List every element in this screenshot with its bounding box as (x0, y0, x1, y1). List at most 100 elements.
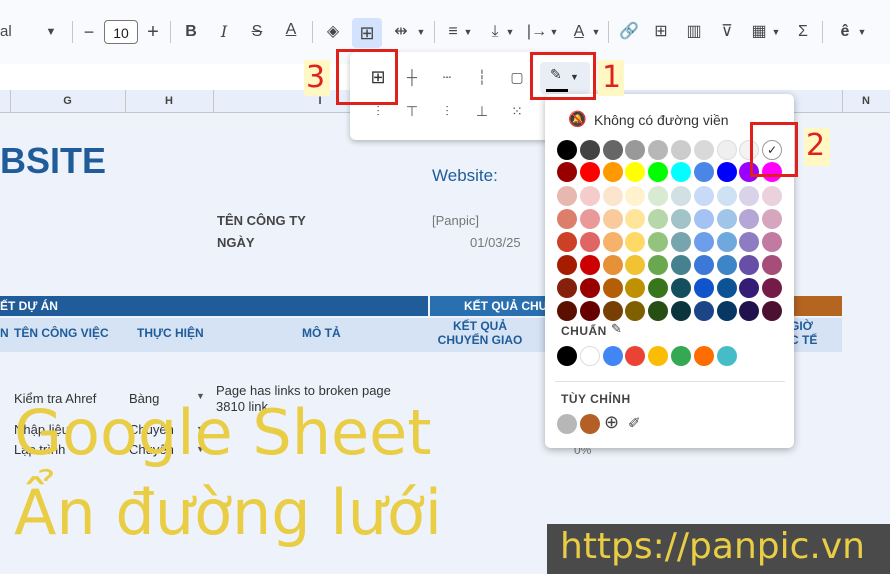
color-swatch[interactable] (602, 255, 623, 275)
color-swatch[interactable] (625, 278, 646, 298)
color-swatch[interactable] (557, 278, 577, 298)
chart-icon[interactable]: ▥ (683, 20, 705, 44)
color-swatch[interactable] (648, 209, 669, 229)
dropdown-icon[interactable]: ▼ (504, 20, 516, 44)
strikethrough-icon[interactable]: S (246, 20, 268, 44)
edit-pencil-icon[interactable]: ✎ (611, 321, 622, 337)
color-swatch[interactable] (693, 232, 714, 252)
borders-icon[interactable]: ⊞ (356, 21, 378, 45)
color-swatch[interactable] (693, 186, 714, 206)
filter-icon[interactable]: ⊽ (716, 20, 738, 44)
color-swatch[interactable] (579, 278, 600, 298)
color-swatch[interactable] (739, 255, 760, 275)
bottom-border-icon[interactable]: ⊥ (471, 100, 493, 122)
fill-color-icon[interactable]: ◈ (322, 20, 344, 44)
color-swatch[interactable] (602, 162, 623, 182)
add-color-icon[interactable]: ⊕ (604, 412, 619, 433)
color-swatch[interactable] (671, 162, 691, 182)
color-swatch[interactable] (579, 209, 600, 229)
color-swatch[interactable] (602, 140, 623, 160)
font-name[interactable]: al (0, 23, 12, 40)
color-swatch[interactable] (716, 278, 737, 298)
inner-borders-icon[interactable]: ┼ (401, 66, 423, 88)
color-swatch[interactable] (671, 209, 691, 229)
color-swatch[interactable] (648, 140, 669, 160)
color-swatch[interactable] (557, 186, 577, 206)
italic-icon[interactable]: I (213, 20, 235, 44)
color-swatch[interactable] (671, 186, 691, 206)
color-swatch[interactable] (579, 140, 600, 160)
outer-borders-icon[interactable]: ▢ (506, 66, 528, 88)
color-swatch[interactable] (739, 186, 760, 206)
link-icon[interactable]: 🔗 (618, 20, 640, 44)
color-swatch[interactable] (579, 186, 600, 206)
color-swatch[interactable] (762, 232, 783, 252)
color-swatch[interactable] (648, 301, 669, 321)
color-swatch[interactable] (716, 255, 737, 275)
color-swatch[interactable] (739, 278, 760, 298)
plus-icon[interactable]: + (144, 20, 162, 44)
color-swatch[interactable] (693, 209, 714, 229)
color-swatch[interactable] (671, 140, 691, 160)
right-border-icon[interactable]: ⫶ (436, 100, 458, 122)
color-swatch[interactable] (557, 232, 577, 252)
column-header-h[interactable]: H (125, 90, 213, 112)
clear-borders-icon[interactable]: ⁙ (506, 100, 528, 122)
custom-swatch[interactable] (580, 414, 600, 434)
color-swatch[interactable] (625, 209, 646, 229)
color-swatch[interactable] (557, 301, 577, 321)
align-icon[interactable]: ≡ (442, 20, 464, 44)
text-color-icon[interactable]: A (280, 18, 302, 42)
text-direction-icon[interactable]: |→ (526, 20, 548, 44)
color-swatch[interactable] (579, 301, 600, 321)
color-swatch[interactable] (739, 209, 760, 229)
horizontal-borders-icon[interactable]: ┄ (436, 66, 458, 88)
dropdown-icon[interactable]: ▼ (42, 20, 60, 44)
standard-color-swatch[interactable] (557, 346, 577, 366)
color-swatch[interactable] (716, 209, 737, 229)
color-swatch[interactable] (602, 232, 623, 252)
column-header-n[interactable]: N (842, 90, 890, 112)
color-swatch[interactable] (648, 232, 669, 252)
dropdown-icon[interactable]: ▼ (548, 20, 560, 44)
color-swatch[interactable] (602, 278, 623, 298)
functions-icon[interactable]: Σ (792, 20, 814, 44)
dropdown-icon[interactable]: ▼ (590, 20, 602, 44)
eyedropper-icon[interactable]: ✐ (628, 414, 641, 432)
custom-swatch[interactable] (557, 414, 577, 434)
color-swatch[interactable] (625, 162, 646, 182)
dropdown-icon[interactable]: ▼ (856, 20, 868, 44)
standard-color-swatch[interactable] (716, 346, 737, 366)
color-swatch[interactable] (671, 255, 691, 275)
minus-icon[interactable]: − (80, 20, 98, 44)
top-border-icon[interactable]: ⊤ (401, 100, 423, 122)
color-swatch[interactable] (762, 278, 783, 298)
color-swatch[interactable] (625, 301, 646, 321)
color-swatch[interactable] (625, 232, 646, 252)
standard-color-swatch[interactable] (602, 346, 623, 366)
color-swatch[interactable] (648, 278, 669, 298)
color-swatch[interactable] (762, 255, 783, 275)
color-swatch[interactable] (693, 278, 714, 298)
no-border-option[interactable]: Không có đường viền (594, 112, 729, 128)
standard-color-swatch[interactable] (671, 346, 691, 366)
color-swatch[interactable] (693, 301, 714, 321)
color-swatch[interactable] (762, 209, 783, 229)
color-swatch[interactable] (579, 232, 600, 252)
color-swatch[interactable] (625, 186, 646, 206)
color-swatch[interactable] (671, 278, 691, 298)
dropdown-icon[interactable]: ▼ (462, 20, 474, 44)
color-swatch[interactable] (579, 255, 600, 275)
input-tools-icon[interactable]: ê (834, 20, 856, 44)
valign-icon[interactable]: ⤓ (484, 20, 506, 44)
color-swatch[interactable] (602, 301, 623, 321)
color-swatch[interactable] (716, 140, 737, 160)
color-swatch[interactable] (648, 255, 669, 275)
merge-icon[interactable]: ⇹ (390, 20, 412, 44)
no-border-icon[interactable]: 🔕 (568, 110, 587, 128)
color-swatch[interactable] (716, 301, 737, 321)
bold-icon[interactable]: B (180, 20, 202, 44)
dropdown-icon[interactable]: ▼ (414, 20, 428, 44)
standard-color-swatch[interactable] (648, 346, 669, 366)
color-swatch[interactable] (671, 232, 691, 252)
